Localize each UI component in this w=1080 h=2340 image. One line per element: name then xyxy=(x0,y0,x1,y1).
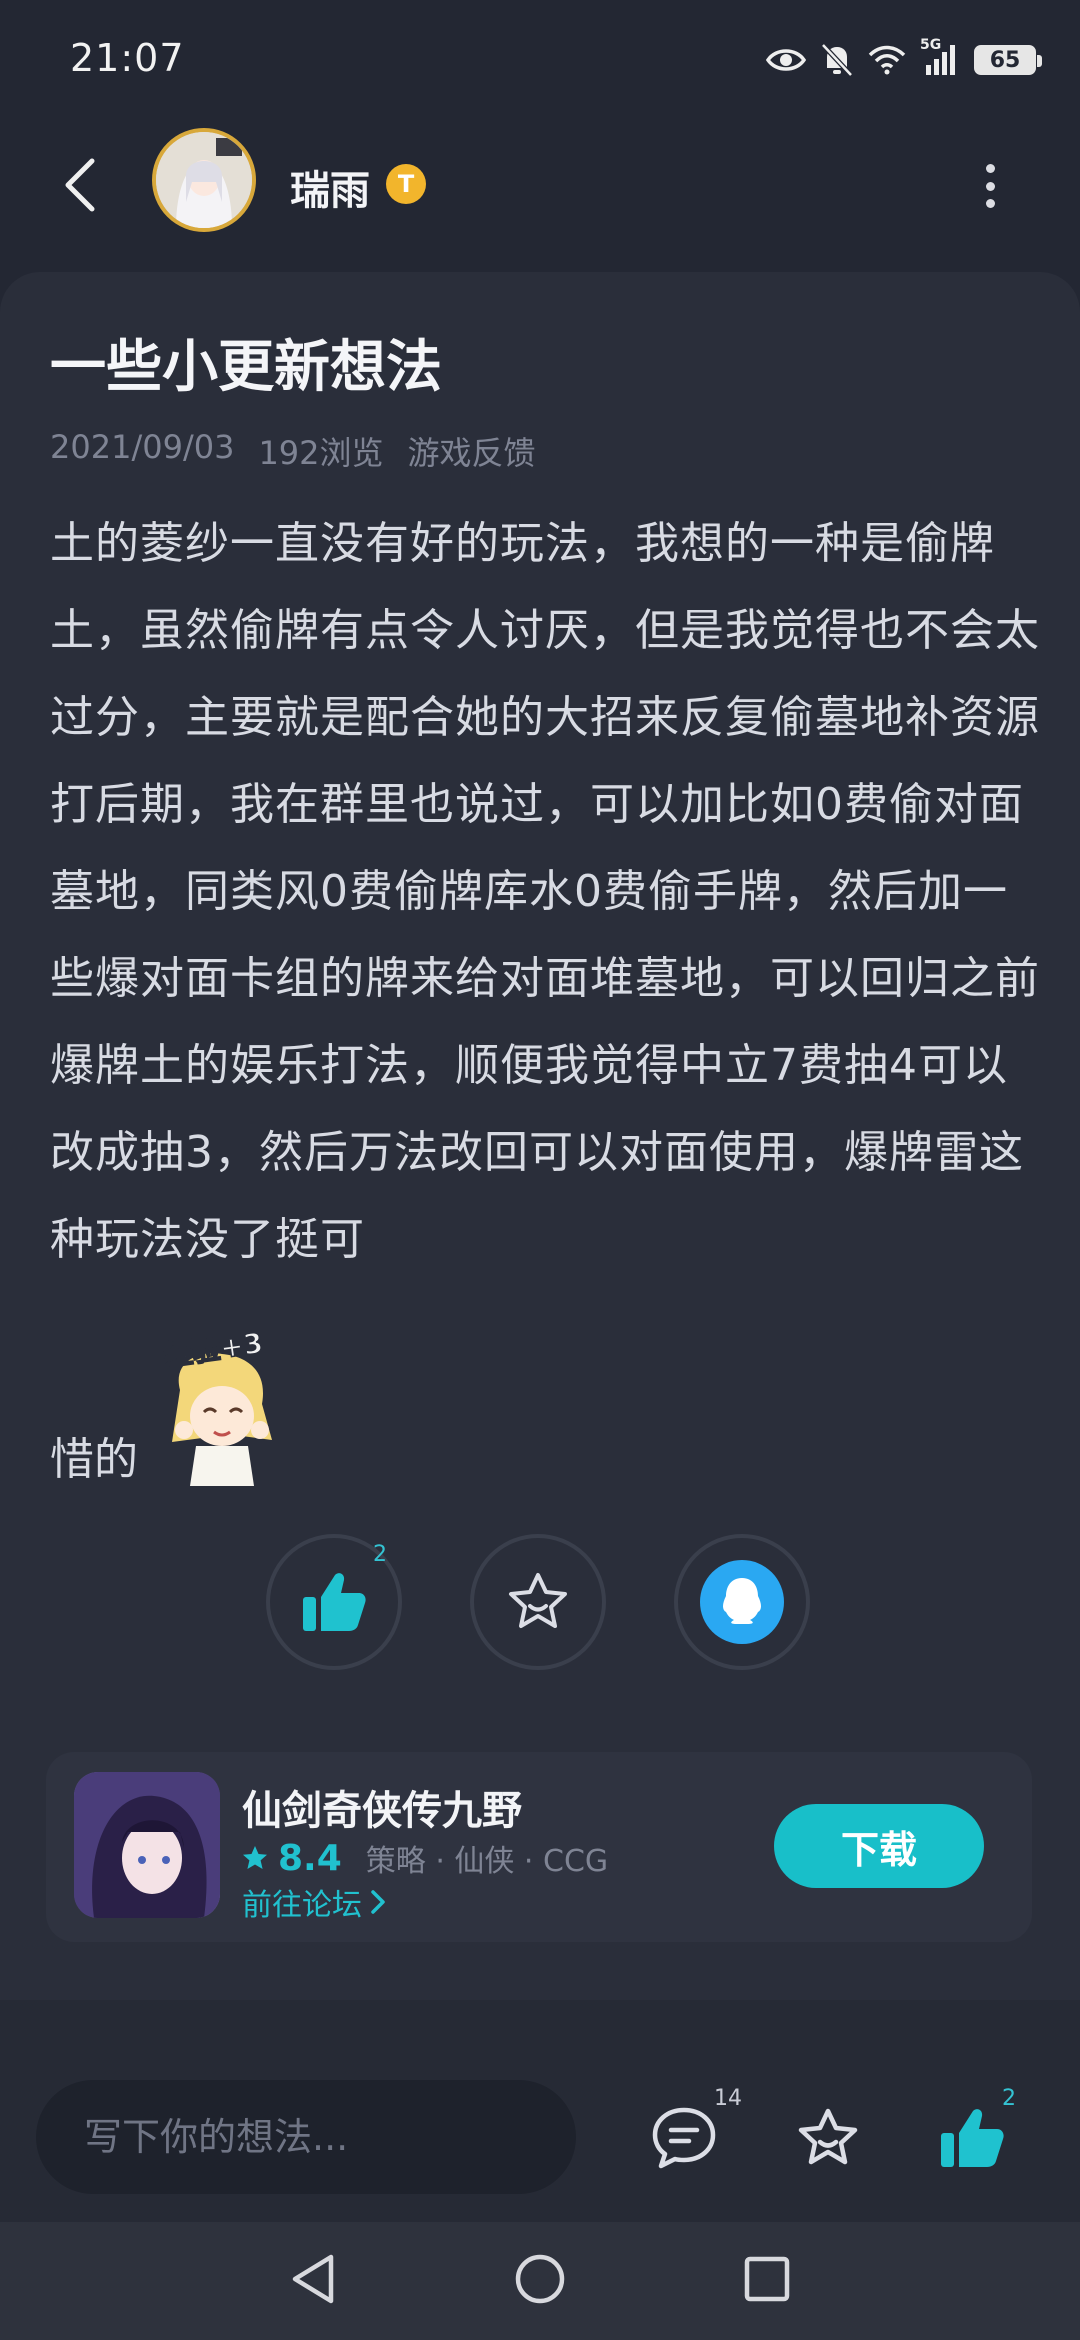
back-button[interactable] xyxy=(50,150,110,220)
sticker-image: 经验+3 xyxy=(142,1320,302,1490)
post-tail: 惜的 经验+3 xyxy=(50,1280,302,1490)
status-time: 21:07 xyxy=(70,36,185,80)
download-button[interactable]: 下载 xyxy=(774,1804,984,1888)
favorite-button[interactable] xyxy=(470,1534,606,1670)
game-icon[interactable] xyxy=(74,1772,220,1918)
game-tags: 策略 · 仙侠 · CCG xyxy=(365,1844,609,1879)
eye-icon xyxy=(766,49,806,71)
circle-home-icon xyxy=(515,2254,565,2304)
post-tail-text: 惜的 xyxy=(50,1434,138,1485)
forum-link[interactable]: 前往论坛 xyxy=(242,1880,386,1924)
comment-input[interactable] xyxy=(36,2080,576,2194)
game-name[interactable]: 仙剑奇侠传九野 xyxy=(242,1778,522,1836)
more-options-button[interactable] xyxy=(964,160,1016,212)
post-category[interactable]: 游戏反馈 xyxy=(408,428,536,474)
game-rating-row: 8.4 策略 · 仙侠 · CCG xyxy=(242,1836,608,1880)
forum-link-label: 前往论坛 xyxy=(242,1888,362,1923)
like-bar-button[interactable] xyxy=(932,2098,1012,2178)
comment-count: 14 xyxy=(714,2086,742,2111)
square-recents-icon xyxy=(745,2256,790,2302)
star-filled-icon xyxy=(243,1846,267,1869)
nav-home-button[interactable] xyxy=(514,2253,566,2309)
mute-bell-icon xyxy=(821,43,853,77)
like-bar-count: 2 xyxy=(1002,2086,1016,2111)
comment-button[interactable] xyxy=(644,2098,724,2178)
share-qq-button[interactable] xyxy=(674,1534,810,1670)
game-score: 8.4 xyxy=(278,1837,342,1879)
avatar[interactable] xyxy=(152,128,256,232)
wifi-icon xyxy=(868,45,906,75)
post-date: 2021/09/03 xyxy=(50,428,235,466)
status-bar: 21:07 5G 65 xyxy=(0,0,1080,120)
system-nav-bar xyxy=(0,2222,1080,2340)
status-icons: 5G 65 xyxy=(766,37,1042,82)
username[interactable]: 瑞雨 xyxy=(290,158,370,216)
post-views: 192浏览 xyxy=(258,434,384,472)
comment-icon xyxy=(652,2107,716,2169)
nav-recents-button[interactable] xyxy=(743,2255,791,2307)
post-title: 一些小更新想法 xyxy=(50,335,442,400)
chevron-left-icon xyxy=(65,158,95,212)
favorite-bar-button[interactable] xyxy=(788,2098,868,2178)
signal-icon: 5G xyxy=(920,37,960,77)
star-icon xyxy=(509,1573,567,1628)
dot-icon xyxy=(985,164,995,173)
chevron-right-icon xyxy=(371,1890,385,1914)
thumbs-up-icon xyxy=(303,1573,366,1631)
triangle-back-icon xyxy=(292,2254,333,2304)
battery-indicator: 65 xyxy=(974,45,1042,75)
avatar-image xyxy=(156,132,252,228)
thumbs-up-icon xyxy=(941,2109,1004,2167)
like-count: 2 xyxy=(373,1542,387,1567)
dot-icon xyxy=(985,199,995,208)
dot-icon xyxy=(985,181,995,191)
nav-back-button[interactable] xyxy=(289,2253,337,2309)
post-meta: 2021/09/03 192浏览 游戏反馈 xyxy=(50,428,536,474)
level-badge: T xyxy=(386,164,426,204)
qq-icon xyxy=(700,1560,784,1644)
post-body: 土的菱纱一直没有好的玩法，我想的一种是偷牌土，虽然偷牌有点令人讨厌，但是我觉得也… xyxy=(50,518,1040,1265)
star-icon xyxy=(798,2108,858,2165)
